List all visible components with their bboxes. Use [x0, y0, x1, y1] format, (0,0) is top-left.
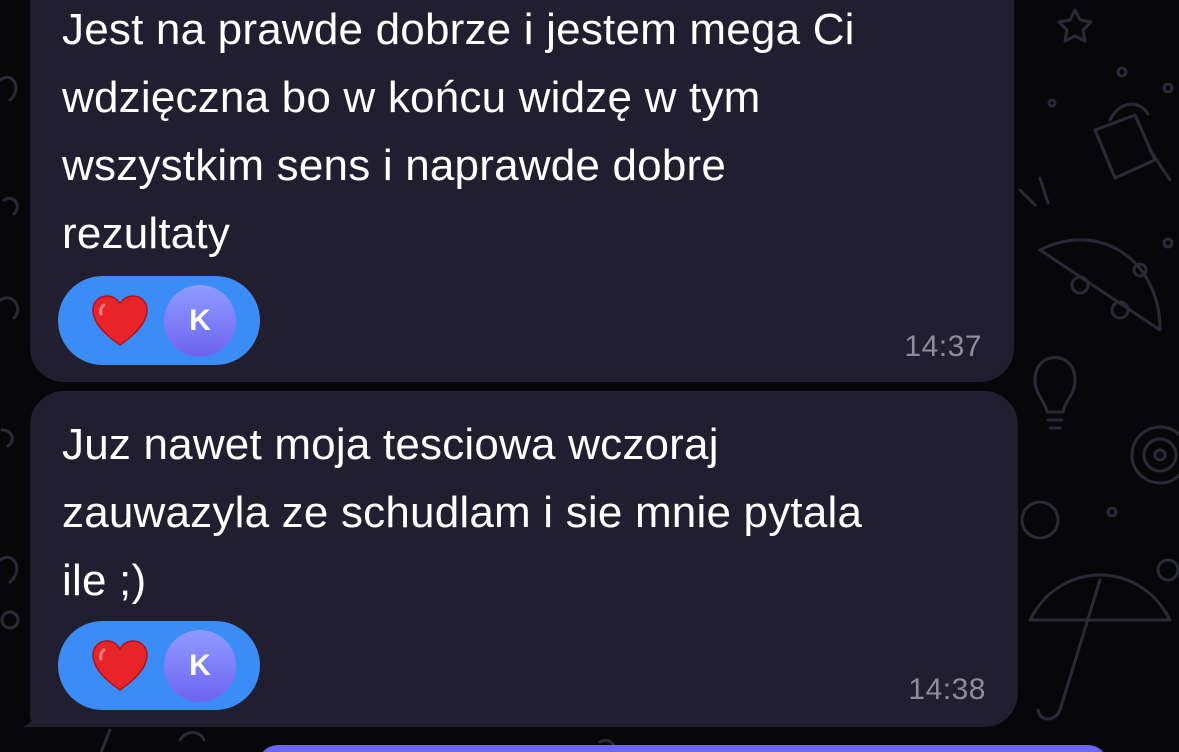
reactor-avatar: K	[164, 284, 236, 357]
incoming-message-bubble[interactable]: Jest na prawde dobrze i jestem mega Ci w…	[30, 0, 1014, 382]
chat-view: Jest na prawde dobrze i jestem mega Ci w…	[0, 0, 1179, 752]
message-text: Jest na prawde dobrze i jestem mega Ci w…	[62, 5, 855, 258]
message-text: Juz nawet moja tesciowa wczoraj zauwazyl…	[62, 420, 863, 605]
heart-icon	[92, 294, 148, 346]
message-timestamp: 14:38	[908, 673, 986, 706]
outgoing-message-bubble-edge[interactable]	[258, 745, 1108, 752]
message-timestamp: 14:37	[904, 330, 982, 363]
incoming-message-bubble[interactable]: Juz nawet moja tesciowa wczoraj zauwazyl…	[30, 391, 1018, 727]
reaction-pill[interactable]: K	[58, 276, 260, 365]
reaction-pill[interactable]: K	[58, 621, 260, 710]
reactor-avatar: K	[164, 629, 236, 702]
heart-icon	[92, 639, 148, 691]
bubble-tail	[22, 703, 48, 727]
